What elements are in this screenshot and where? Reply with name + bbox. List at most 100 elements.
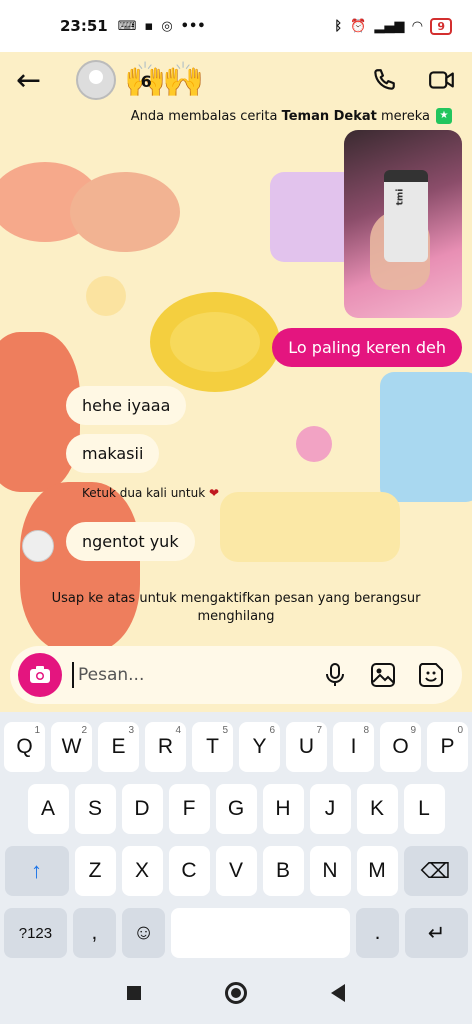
key-p[interactable]: 0P [427,722,468,772]
key-n[interactable]: N [309,846,351,896]
key-l[interactable]: L [403,784,445,834]
close-friends-star-icon: ★ [436,108,452,124]
key-hint: 5 [222,725,228,736]
symbols-key[interactable]: ?123 [4,908,67,958]
story-thumbnail[interactable]: tmi [344,130,462,318]
decor-candy-box [380,372,472,502]
backspace-icon: ⌫ [420,859,451,883]
key-z[interactable]: Z [74,846,116,896]
comma-key[interactable]: , [72,908,117,958]
back-arrow-icon[interactable]: ← [16,63,52,98]
wifi-icon: ◠ [412,18,423,34]
key-label: U [298,735,315,758]
key-j[interactable]: J [309,784,351,834]
key-label: I [350,735,357,758]
shift-arrow-icon: ↑ [31,858,42,883]
decor-cookie [70,172,180,252]
key-o[interactable]: 9O [380,722,421,772]
double-tap-hint-text: Ketuk dua kali untuk [82,486,206,500]
key-label: Y [252,735,267,758]
instagram-notification-icon: ◎ [161,18,173,34]
vanish-mode-hint: Usap ke atas untuk mengaktifkan pesan ya… [51,591,421,624]
key-label: Q [16,735,33,758]
shift-key[interactable]: ↑ [4,846,69,896]
android-nav-bar [0,962,472,1024]
decor-donut [150,292,280,392]
key-s[interactable]: S [74,784,116,834]
enter-icon: ↵ [427,921,446,945]
key-q[interactable]: 1Q [4,722,45,772]
key-e[interactable]: 3E [98,722,139,772]
enter-key[interactable]: ↵ [405,908,468,958]
microphone-icon[interactable] [322,662,348,688]
contact-name[interactable]: 6 [141,72,152,91]
key-hint: 6 [269,725,275,736]
key-c[interactable]: C [168,846,210,896]
more-notifications-icon: ••• [180,18,206,34]
decor-flower [86,276,126,316]
key-label: T [206,735,219,758]
message-bubble-received[interactable]: makasii [66,434,160,473]
gallery-icon[interactable] [370,662,396,688]
reply-note-prefix: Anda membalas cerita [130,108,282,124]
sender-avatar[interactable] [22,530,54,562]
video-call-icon[interactable] [428,66,456,94]
notification-icons: ⌨ ▪ ◎ ••• [118,19,206,34]
keyboard: 1Q2W3E4R5T6Y7U8I9O0P ASDFGHJKL ↑ ZXCVBNM… [0,712,472,962]
home-icon[interactable] [225,982,247,1004]
message-bubble-received[interactable]: ngentot yuk [66,522,195,561]
story-device [384,170,428,262]
key-d[interactable]: D [121,784,163,834]
key-hint: 2 [81,725,87,736]
backspace-key[interactable]: ⌫ [403,846,468,896]
signal-icon: ▂▄▆ [374,18,405,34]
key-h[interactable]: H [262,784,304,834]
message-bubble-received[interactable]: hehe iyaaa [66,386,187,425]
key-m[interactable]: M [356,846,398,896]
key-label: P [440,735,455,758]
key-f[interactable]: F [168,784,210,834]
key-label: O [392,735,409,758]
reply-note-bold: Teman Dekat [281,108,377,124]
key-r[interactable]: 4R [145,722,186,772]
recents-icon[interactable] [127,986,141,1000]
key-g[interactable]: G [215,784,257,834]
key-hint: 1 [34,725,40,736]
key-b[interactable]: B [262,846,304,896]
chat-notification-icon: ▪ [144,18,154,34]
story-device-label: tmi [395,188,406,206]
message-bubble-sent[interactable]: Lo paling keren deh [272,328,462,367]
decor-flower [296,426,332,462]
key-t[interactable]: 5T [192,722,233,772]
message-input[interactable] [72,662,322,688]
key-i[interactable]: 8I [333,722,374,772]
space-key[interactable] [171,908,350,958]
key-label: W [61,735,82,758]
emoji-key[interactable]: ☺ [122,908,166,958]
key-hint: 7 [316,725,322,736]
camera-icon [30,666,50,683]
key-hint: 8 [363,725,369,736]
alarm-icon: ⏰ [350,18,367,34]
key-y[interactable]: 6Y [239,722,280,772]
battery-icon: 9 [430,17,452,35]
key-x[interactable]: X [121,846,163,896]
heart-icon: ❤ [209,486,220,500]
key-k[interactable]: K [356,784,398,834]
key-w[interactable]: 2W [51,722,92,772]
key-a[interactable]: A [27,784,69,834]
back-icon[interactable] [331,984,345,1002]
sticker-icon[interactable] [418,662,444,688]
phone-icon[interactable] [370,66,398,94]
camera-button[interactable] [18,653,62,697]
bluetooth-icon: ᛒ [334,18,343,34]
decor-candy [220,492,400,562]
avatar[interactable] [76,60,116,100]
key-v[interactable]: V [215,846,257,896]
key-u[interactable]: 7U [286,722,327,772]
period-key[interactable]: . [355,908,400,958]
key-hint: 3 [128,725,134,736]
chat-header: ← 🙌🙌 6 [0,52,472,108]
keyboard-notification-icon: ⌨ [117,18,137,34]
decor-strawberry [20,482,140,652]
